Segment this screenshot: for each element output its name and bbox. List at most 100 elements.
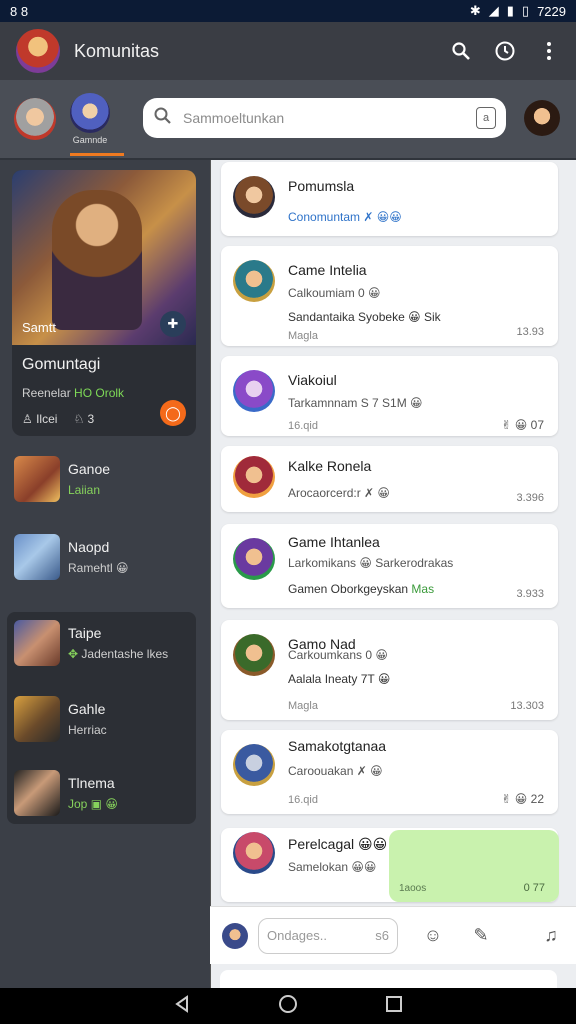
chat-time: 13.93 <box>516 326 544 338</box>
bubble-timestamp: 1aoos <box>399 883 427 894</box>
story-item[interactable] <box>14 98 56 140</box>
chat-avatar <box>233 832 275 874</box>
featured-subtitle-prefix: Reenelar <box>22 386 71 400</box>
chat-avatar <box>233 538 275 580</box>
featured-stats: ♙ Ilcei ♘ 3 <box>22 412 94 426</box>
sidebar-item[interactable]: Naopd Ramehtl 😀 <box>14 534 129 580</box>
chat-preview-2: Sandantaika Syobeke 😀 Sik <box>288 310 441 324</box>
story-avatar <box>14 98 56 140</box>
chat-name: Perelcagal 😀😀 <box>288 836 388 852</box>
active-tab-indicator <box>70 153 124 156</box>
chat-item[interactable]: Samakotgtanaa Caroouakan ✗ 😀 16.qid ✌ 😀 … <box>221 730 558 814</box>
chat-item[interactable]: Game Ihtanlea Larkomikans 😀 Sarkerodraka… <box>221 524 558 608</box>
back-icon[interactable] <box>173 994 191 1018</box>
sidebar-item[interactable]: Taipe ✥ Jadentashe lkes <box>14 620 168 666</box>
members-stat-value: Ilcei <box>36 412 58 426</box>
chat-time: 3.396 <box>516 492 544 504</box>
chat-name: Viakoiul <box>288 372 337 388</box>
sidebar-item-subtitle-text: Jadentashe lkes <box>81 647 169 661</box>
sidebar-item-title: Ganoe <box>68 461 111 477</box>
chat-preview-text: Conomuntam <box>288 210 361 224</box>
featured-title: Gomuntagi <box>22 356 101 373</box>
recents-icon[interactable] <box>385 995 403 1018</box>
community-thumb <box>14 770 60 816</box>
message-input[interactable]: Ondages.. s6 <box>258 917 398 954</box>
sidebar-item-subtitle: Jop ▣ 😀 <box>68 797 118 811</box>
app-bar: Komunitas <box>0 22 576 80</box>
page-title: Komunitas <box>74 40 160 61</box>
sidebar-item-subtitle: ✥ Jadentashe lkes <box>68 647 168 661</box>
chat-name: Kalke Ronela <box>288 458 372 474</box>
chat-item[interactable]: Came Intelia Calkoumiam 0 😀 Sandantaika … <box>221 246 558 346</box>
chat-avatar <box>233 370 275 412</box>
user-avatar[interactable] <box>16 29 60 73</box>
chat-preview: Conomuntam ✗ 😀😀 <box>288 210 402 224</box>
chat-preview: Tarkamnnam S 7 S1M 😀 <box>288 396 423 410</box>
chat-reactions: ✌ 😀 22 <box>501 792 544 806</box>
clock-icon[interactable] <box>494 40 516 62</box>
chat-item[interactable]: Pomumsla Conomuntam ✗ 😀😀 <box>221 162 558 236</box>
more-vert-icon[interactable] <box>538 40 560 62</box>
sidebar-item-title: Taipe <box>68 625 102 641</box>
chat-item[interactable]: Kalke Ronela Arocaorcerd:r ✗ 😀 3.396 <box>221 446 558 512</box>
chat-reactions: ✌ 😀 07 <box>501 418 544 432</box>
chat-preview: Samelokan 😀😀 <box>288 860 377 874</box>
chat-list: Pomumsla Conomuntam ✗ 😀😀 Came Intelia Ca… <box>210 160 576 988</box>
search-icon[interactable] <box>450 40 472 62</box>
chat-avatar <box>233 634 275 676</box>
chat-item[interactable]: Viakoiul Tarkamnnam S 7 S1M 😀 16.qid ✌ 😀… <box>221 356 558 436</box>
pen-icon[interactable]: ✎ <box>468 923 494 949</box>
chat-preview-suffix: Sarkerodrakas <box>375 556 454 570</box>
sidebar-item[interactable]: Ganoe Laiian <box>14 456 110 502</box>
sidebar-item[interactable]: Tlnema Jop ▣ 😀 <box>14 770 118 816</box>
join-button[interactable]: ◯ <box>160 400 186 426</box>
sidebar: Samtt ✚ Gomuntagi Reenelar HO Orolk ♙ Il… <box>0 160 210 988</box>
chat-item[interactable]: Gamo Nad Carkoumkans 0 😀 Aalala Ineaty 7… <box>221 620 558 720</box>
story-item-active[interactable]: Gamnde <box>70 93 110 145</box>
featured-artwork: Samtt ✚ <box>12 170 196 345</box>
community-thumb <box>14 456 60 502</box>
bookmark-icon[interactable]: ✚ <box>160 311 186 337</box>
chat-avatar <box>233 176 275 218</box>
search-field[interactable]: Sammoeltunkan a <box>143 98 506 138</box>
chat-avatar <box>233 744 275 786</box>
chat-preview-2-text: Sandantaika Syobeke <box>288 310 405 324</box>
chat-preview-2-text: Gamen Oborkgeyskan <box>288 582 409 596</box>
chat-meta: Magla <box>288 330 318 342</box>
bell-icon[interactable]: ♫ <box>538 923 564 949</box>
community-thumb <box>14 620 60 666</box>
featured-subtitle: Reenelar HO Orolk <box>22 386 124 400</box>
sidebar-item-subtitle-text: Jop <box>68 797 88 811</box>
search-input[interactable]: Sammoeltunkan <box>183 110 476 126</box>
chat-preview: Calkoumiam 0 😀 <box>288 286 381 300</box>
chat-preview: Carkoumkans 0 😀 <box>288 648 388 662</box>
message-input-counter: s6 <box>375 928 389 943</box>
online-stat: ♘ 3 <box>73 412 94 426</box>
chat-meta: Magla <box>288 700 318 712</box>
story-label: Gamnde <box>72 135 108 145</box>
chat-name-text: Perelcagal <box>288 836 355 852</box>
chat-name: Game Ihtanlea <box>288 534 380 550</box>
chat-item-peek <box>220 970 557 988</box>
users-icon: ♘ <box>73 412 88 426</box>
chat-preview-text: Larkomikans <box>288 556 357 570</box>
signal-icon: ▮ <box>506 3 514 18</box>
lock-icon[interactable]: a <box>476 107 496 129</box>
emoji-icon[interactable]: ☺ <box>420 923 446 949</box>
search-icon <box>153 106 173 131</box>
featured-art-label: Samtt <box>22 320 56 335</box>
sidebar-item-title: Tlnema <box>68 775 115 791</box>
chat-preview: Arocaorcerd:r ✗ 😀 <box>288 486 390 500</box>
home-icon[interactable] <box>278 994 298 1019</box>
chat-avatar <box>233 456 275 498</box>
featured-community-card[interactable]: Samtt ✚ Gomuntagi Reenelar HO Orolk ♙ Il… <box>12 170 196 436</box>
message-bubble[interactable]: 1aoos 0 77 <box>389 830 559 902</box>
sidebar-item-subtitle: Laiian <box>68 483 101 497</box>
user-icon: ♙ <box>22 412 37 426</box>
status-time: 7229 <box>537 3 566 19</box>
sidebar-item[interactable]: Gahle Herriac <box>14 696 107 742</box>
status-left: 8 8 <box>10 3 29 19</box>
profile-avatar[interactable] <box>524 100 560 136</box>
bluetooth-icon: ✱ <box>469 3 481 18</box>
sidebar-item-subtitle: Herriac <box>68 723 107 737</box>
